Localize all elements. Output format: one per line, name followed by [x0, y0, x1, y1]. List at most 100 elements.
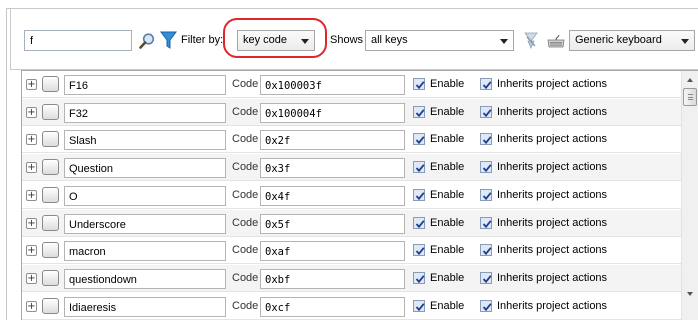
inherits-checkbox[interactable] [480, 133, 492, 145]
clear-filter-icon[interactable] [523, 32, 539, 50]
key-row: + Slash Code 0x2f Enable Inherits projec… [22, 126, 682, 153]
inherits-label: Inherits project actions [497, 106, 608, 118]
checkmark-icon [482, 81, 492, 90]
checkmark-icon [415, 275, 425, 284]
expand-plus-icon[interactable]: + [26, 162, 37, 173]
checkmark-icon [482, 275, 492, 284]
inherits-label: Inherits project actions [497, 272, 608, 284]
key-name-field[interactable]: macron [64, 241, 226, 261]
key-name-field[interactable]: F32 [64, 103, 226, 123]
key-name-field[interactable]: Slash [64, 130, 226, 150]
expand-plus-icon[interactable]: + [26, 218, 37, 229]
checkmark-icon [482, 109, 492, 118]
enable-checkbox[interactable] [413, 133, 425, 145]
inherits-checkbox[interactable] [480, 217, 492, 229]
enable-label: Enable [430, 217, 465, 229]
inherits-checkbox[interactable] [480, 161, 492, 173]
key-name-field[interactable]: O [64, 186, 226, 206]
scroll-up-button[interactable] [682, 71, 698, 88]
enable-checkbox[interactable] [413, 78, 425, 90]
search-input[interactable] [24, 30, 132, 51]
key-name-field[interactable]: questiondown [64, 269, 226, 289]
checkmark-icon [415, 109, 425, 118]
enable-label: Enable [430, 161, 465, 173]
key-code-field[interactable]: 0x5f [260, 214, 405, 234]
inherits-checkbox[interactable] [480, 78, 492, 90]
key-row: + Question Code 0x3f Enable Inherits pro… [22, 154, 682, 181]
expand-plus-icon[interactable]: + [26, 273, 37, 284]
checkmark-icon [482, 192, 492, 201]
key-row: + O Code 0x4f Enable Inherits project ac… [22, 182, 682, 209]
shows-dropdown[interactable]: all keys [365, 30, 514, 51]
key-name-field[interactable]: Idiaeresis [64, 297, 226, 317]
checkmark-icon [415, 164, 425, 173]
keyboard-dropdown[interactable]: Generic keyboard [569, 30, 695, 51]
enable-checkbox[interactable] [413, 189, 425, 201]
expand-plus-icon[interactable]: + [26, 107, 37, 118]
enable-label: Enable [430, 189, 465, 201]
enable-checkbox[interactable] [413, 161, 425, 173]
key-code-field[interactable]: 0x100003f [260, 75, 405, 95]
inherits-checkbox[interactable] [480, 244, 492, 256]
key-code-field[interactable]: 0x2f [260, 130, 405, 150]
enable-checkbox[interactable] [413, 106, 425, 118]
key-row: + macron Code 0xaf Enable Inherits proje… [22, 237, 682, 264]
inherits-checkbox[interactable] [480, 106, 492, 118]
inherits-label: Inherits project actions [497, 133, 608, 145]
checkmark-icon [415, 81, 425, 90]
arrow-up-icon [687, 78, 693, 82]
vertical-scrollbar[interactable] [681, 71, 698, 320]
inherits-label: Inherits project actions [497, 244, 608, 256]
code-label: Code [232, 244, 259, 256]
inherits-label: Inherits project actions [497, 300, 608, 312]
filter-by-label: Filter by: [181, 34, 224, 46]
inherits-label: Inherits project actions [497, 189, 608, 201]
enable-checkbox[interactable] [413, 272, 425, 284]
enable-label: Enable [430, 78, 465, 90]
filter-funnel-icon[interactable] [160, 31, 177, 50]
highlight-annotation [223, 18, 327, 58]
code-label: Code [232, 161, 259, 173]
checkmark-icon [415, 220, 425, 229]
key-name-field[interactable]: Underscore [64, 214, 226, 234]
key-icon [42, 159, 59, 175]
enable-label: Enable [430, 244, 465, 256]
key-code-field[interactable]: 0xaf [260, 241, 405, 261]
inherits-checkbox[interactable] [480, 300, 492, 312]
key-icon [42, 76, 59, 92]
expand-plus-icon[interactable]: + [26, 301, 37, 312]
keyboard-icon[interactable] [547, 33, 565, 49]
checkmark-icon [415, 136, 425, 145]
enable-label: Enable [430, 300, 465, 312]
checkmark-icon [415, 303, 425, 312]
enable-checkbox[interactable] [413, 217, 425, 229]
expand-plus-icon[interactable]: + [26, 79, 37, 90]
expand-plus-icon[interactable]: + [26, 245, 37, 256]
key-code-field[interactable]: 0x4f [260, 186, 405, 206]
inherits-label: Inherits project actions [497, 78, 608, 90]
code-label: Code [232, 106, 259, 118]
enable-checkbox[interactable] [413, 300, 425, 312]
code-label: Code [232, 189, 259, 201]
key-row: + questiondown Code 0xbf Enable Inherits… [22, 265, 682, 292]
enable-checkbox[interactable] [413, 244, 425, 256]
scroll-thumb[interactable] [683, 88, 697, 106]
inherits-checkbox[interactable] [480, 189, 492, 201]
expand-plus-icon[interactable]: + [26, 190, 37, 201]
key-icon [42, 298, 59, 314]
key-icon [42, 104, 59, 120]
expand-plus-icon[interactable]: + [26, 134, 37, 145]
key-code-field[interactable]: 0x100004f [260, 103, 405, 123]
key-code-field[interactable]: 0xbf [260, 269, 405, 289]
scroll-down-button[interactable] [682, 286, 698, 303]
keyboard-value: Generic keyboard [575, 34, 662, 46]
key-code-field[interactable]: 0xcf [260, 297, 405, 317]
code-label: Code [232, 78, 259, 90]
inherits-checkbox[interactable] [480, 272, 492, 284]
inherits-label: Inherits project actions [497, 217, 608, 229]
key-name-field[interactable]: Question [64, 158, 226, 178]
arrow-down-icon [687, 292, 693, 296]
key-name-field[interactable]: F16 [64, 75, 226, 95]
key-code-field[interactable]: 0x3f [260, 158, 405, 178]
magnifier-icon[interactable] [138, 32, 156, 50]
